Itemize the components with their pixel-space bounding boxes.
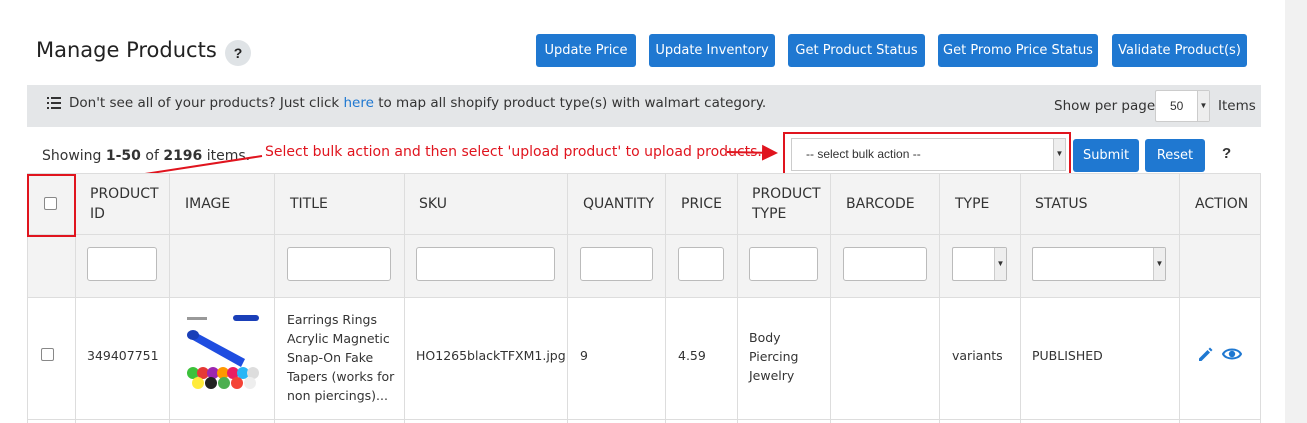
header-title[interactable]: TITLE xyxy=(290,194,328,214)
header-product-id[interactable]: PRODUCT ID xyxy=(90,184,164,224)
filter-quantity-input[interactable] xyxy=(580,247,653,281)
chevron-down-icon: ▼ xyxy=(1153,248,1165,280)
filter-type-select[interactable]: ▼ xyxy=(952,247,1007,281)
bulk-action-select[interactable]: -- select bulk action -- ▼ xyxy=(791,138,1066,171)
cell-quantity: 9 xyxy=(580,348,588,363)
reset-button[interactable]: Reset xyxy=(1145,139,1205,172)
product-thumbnail[interactable] xyxy=(183,311,263,393)
cell-product-type: Body Piercing Jewelry xyxy=(749,330,799,383)
checkbox-highlight xyxy=(27,174,76,237)
cell-price: 4.59 xyxy=(678,348,706,363)
filter-title-input[interactable] xyxy=(287,247,391,281)
filter-status-select[interactable]: ▼ xyxy=(1032,247,1166,281)
chevron-down-icon: ▼ xyxy=(994,248,1006,280)
header-type[interactable]: TYPE xyxy=(955,194,989,214)
header-image: IMAGE xyxy=(185,196,231,212)
header-action: ACTION xyxy=(1195,196,1249,212)
cell-title: Earrings Rings Acrylic Magnetic Snap-On … xyxy=(287,312,395,403)
filter-product-id-input[interactable] xyxy=(87,247,157,281)
header-barcode[interactable]: BARCODE xyxy=(846,194,915,214)
filter-barcode-input[interactable] xyxy=(843,247,927,281)
eye-icon[interactable] xyxy=(1221,346,1243,367)
row-checkbox[interactable] xyxy=(41,348,54,361)
header-quantity[interactable]: QUANTITY xyxy=(583,194,654,214)
filter-price-input[interactable] xyxy=(678,247,724,281)
filter-product-type-input[interactable] xyxy=(749,247,818,281)
cell-product-id: 349407751 xyxy=(87,348,159,363)
cell-type: variants xyxy=(952,348,1003,363)
header-price[interactable]: PRICE xyxy=(681,194,722,214)
chevron-down-icon: ▼ xyxy=(1053,139,1065,170)
main-panel: Manage Products ? Update Price Update In… xyxy=(0,0,1285,423)
header-status[interactable]: STATUS xyxy=(1035,194,1088,214)
products-table: PRODUCT ID IMAGE TITLE SKU QUANTITY PRIC… xyxy=(27,173,1261,423)
pencil-icon[interactable] xyxy=(1197,345,1215,368)
filter-sku-input[interactable] xyxy=(416,247,555,281)
cell-sku: HO1265blackTFXM1.jpg xyxy=(416,348,566,363)
header-sku[interactable]: SKU xyxy=(419,194,447,214)
cell-status: PUBLISHED xyxy=(1032,348,1103,363)
header-product-type[interactable]: PRODUCT TYPE xyxy=(752,184,827,224)
arrow-to-select xyxy=(726,144,778,161)
submit-button[interactable]: Submit xyxy=(1073,139,1139,172)
help-icon[interactable]: ? xyxy=(1222,145,1231,162)
